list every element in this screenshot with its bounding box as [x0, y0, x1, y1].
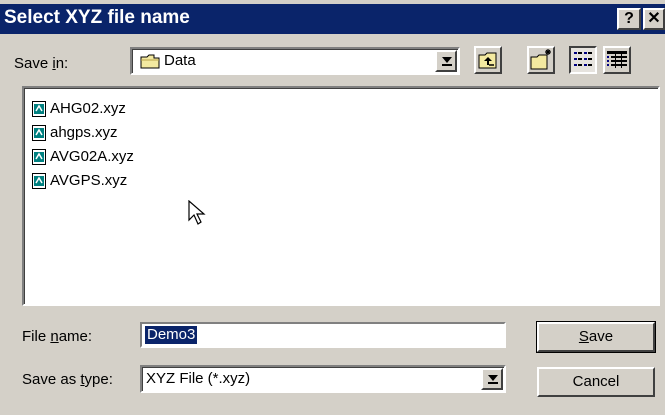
save-in-label: Save in:: [14, 55, 69, 72]
save-as-type-dropdown-button[interactable]: [481, 368, 503, 390]
save-button[interactable]: Save: [536, 321, 656, 353]
new-folder-icon: [530, 49, 551, 70]
file-name-text: ahgps.xyz: [50, 124, 118, 141]
file-name-label: File name:: [22, 328, 93, 345]
xyz-file-icon: [32, 125, 46, 141]
xyz-file-icon: [32, 149, 46, 165]
window-title: Select XYZ file name: [4, 7, 190, 28]
xyz-file-icon: [32, 173, 46, 189]
file-name-text: AVGPS.xyz: [50, 172, 128, 189]
help-button[interactable]: ?: [617, 8, 641, 30]
xyz-file-icon: [32, 101, 46, 117]
save-in-dropdown[interactable]: Data: [130, 47, 460, 75]
file-name-input[interactable]: Demo3: [140, 322, 506, 348]
up-one-level-icon: [478, 52, 497, 69]
details-view-icon: [607, 51, 627, 68]
mouse-pointer-icon: [188, 200, 206, 225]
chevron-down-icon: [442, 57, 452, 63]
save-as-type-value: XYZ File (*.xyz): [146, 370, 251, 387]
cancel-button[interactable]: Cancel: [537, 367, 655, 397]
file-list[interactable]: AHG02.xyz ahgps.xyz AVG02A.xyz AVGPS.xyz: [22, 86, 660, 306]
save-in-dropdown-button[interactable]: [435, 50, 457, 72]
chevron-down-icon: [488, 375, 498, 381]
list-view-button[interactable]: [569, 46, 597, 74]
title-bar[interactable]: Select XYZ file name ? ✕: [0, 4, 665, 34]
save-dialog: Select XYZ file name ? ✕ Save in: Data A…: [0, 0, 665, 415]
folder-icon: [140, 54, 160, 69]
close-button[interactable]: ✕: [643, 8, 665, 30]
file-name-value: Demo3: [143, 325, 199, 345]
details-view-button[interactable]: [603, 46, 631, 74]
up-one-level-button[interactable]: [474, 46, 502, 74]
file-name-text: AVG02A.xyz: [50, 148, 134, 165]
save-as-type-dropdown[interactable]: XYZ File (*.xyz): [140, 365, 506, 393]
save-as-type-label: Save as type:: [22, 371, 113, 388]
save-in-value: Data: [164, 52, 196, 69]
file-name-text: AHG02.xyz: [50, 100, 126, 117]
new-folder-button[interactable]: [527, 46, 555, 74]
list-view-icon: [574, 52, 592, 66]
